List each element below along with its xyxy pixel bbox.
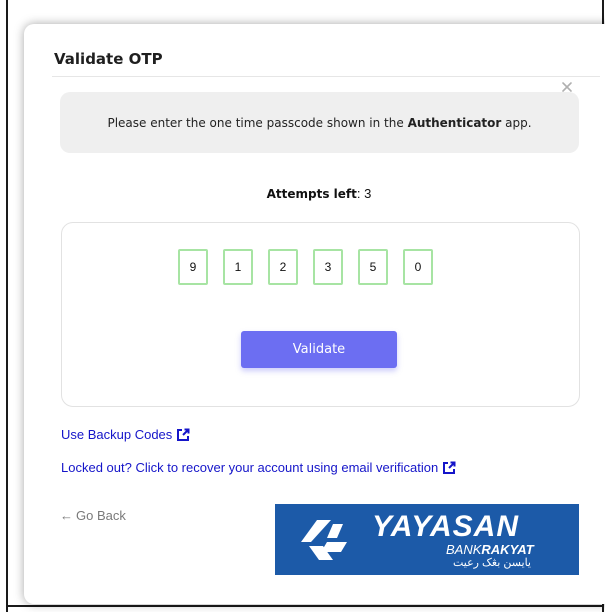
logo-sub-bold: RAKYAT xyxy=(481,542,534,557)
use-backup-codes-link[interactable]: Use Backup Codes xyxy=(61,427,190,442)
go-back-label: Go Back xyxy=(76,508,126,523)
otp-digit-2[interactable]: 1 xyxy=(223,249,253,285)
window-frame-left xyxy=(6,0,8,612)
otp-digit-6[interactable]: 0 xyxy=(403,249,433,285)
go-back-link[interactable]: ← Go Back xyxy=(60,508,126,523)
attempts-separator: : xyxy=(356,186,361,201)
logo-jawi-text: يايسن بڠک رعيت xyxy=(453,557,531,569)
header-divider xyxy=(52,76,600,77)
window-frame-bottom xyxy=(6,605,604,607)
recover-account-label: Locked out? Click to recover your accoun… xyxy=(61,460,439,475)
dialog-title: Validate OTP xyxy=(54,50,163,68)
back-arrow-icon: ← xyxy=(60,508,73,523)
info-app-name: Authenticator xyxy=(407,115,502,130)
external-link-icon xyxy=(176,428,190,442)
logo-main-text: YAYASAN xyxy=(372,510,520,543)
logo-mark-icon xyxy=(301,520,347,560)
external-link-icon xyxy=(442,461,456,475)
otp-digit-4[interactable]: 3 xyxy=(313,249,343,285)
info-text-prefix: Please enter the one time passcode shown… xyxy=(107,115,408,130)
otp-digit-5[interactable]: 5 xyxy=(358,249,388,285)
attempts-value: 3 xyxy=(364,186,372,201)
otp-digit-1[interactable]: 9 xyxy=(178,249,208,285)
recover-account-link[interactable]: Locked out? Click to recover your accoun… xyxy=(61,460,456,475)
attempts-left: Attempts left: 3 xyxy=(24,186,605,201)
info-text-suffix: app. xyxy=(501,115,532,130)
yayasan-bank-rakyat-logo: YAYASAN BANKRAKYAT يايسن بڠک رعيت xyxy=(275,504,579,575)
attempts-label: Attempts left xyxy=(266,187,357,201)
otp-panel: 9 1 2 3 5 0 Validate xyxy=(61,222,580,407)
otp-digit-3[interactable]: 2 xyxy=(268,249,298,285)
validate-otp-dialog: Validate OTP Please enter the one time p… xyxy=(24,24,605,604)
validate-button[interactable]: Validate xyxy=(241,331,397,368)
info-message: Please enter the one time passcode shown… xyxy=(60,92,579,153)
logo-sub-prefix: BANK xyxy=(446,542,482,557)
otp-input-group: 9 1 2 3 5 0 xyxy=(178,249,433,285)
logo-sub-text: BANKRAKYAT xyxy=(446,542,534,557)
backup-codes-label: Use Backup Codes xyxy=(61,427,173,442)
